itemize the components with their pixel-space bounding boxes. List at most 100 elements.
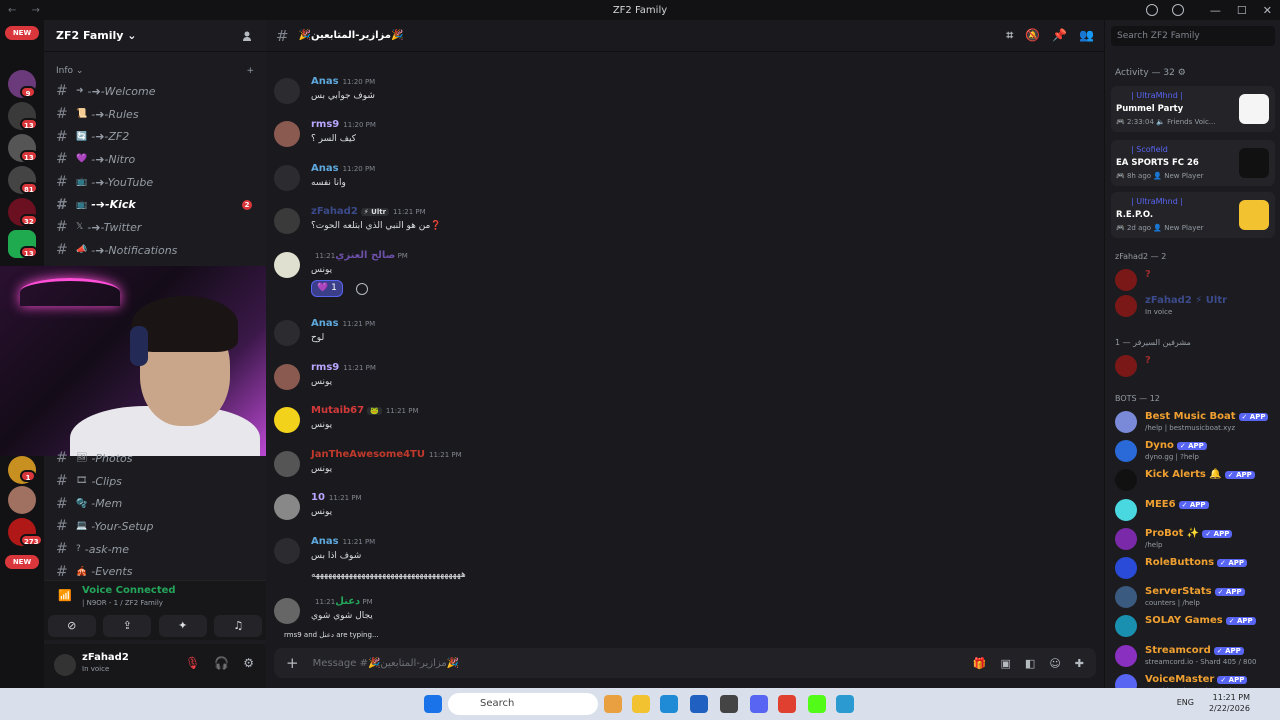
channel-item[interactable]: # 🎞 -Clips bbox=[44, 470, 266, 493]
server-header[interactable]: ZF2 Family ⌄ bbox=[44, 20, 266, 52]
chrome-icon[interactable] bbox=[778, 695, 796, 713]
message[interactable]: Anas 11:21 PM لوح bbox=[274, 318, 1074, 362]
avatar[interactable] bbox=[274, 538, 300, 564]
message[interactable]: JanTheAwesome4TU 11:21 PM يونس bbox=[274, 449, 1074, 493]
channel-item[interactable]: # 🫧 -Mem bbox=[44, 492, 266, 515]
channel-item[interactable]: # 🖼 -Photos bbox=[44, 447, 266, 470]
member-item[interactable]: ? bbox=[1115, 354, 1275, 380]
bot-member[interactable]: Best Music Boat ✓ APP/help | bestmusicboa… bbox=[1115, 410, 1275, 436]
apps-icon[interactable]: ✚ bbox=[1075, 657, 1084, 670]
add-reaction-icon[interactable] bbox=[356, 283, 368, 295]
gift-icon[interactable]: 🎁 bbox=[973, 657, 987, 670]
member-list-icon[interactable]: 👥 bbox=[1079, 28, 1094, 43]
bot-member[interactable]: Dyno ✓ APP dyno.gg | ?help bbox=[1115, 439, 1275, 465]
copilot-icon[interactable] bbox=[604, 695, 622, 713]
gif-icon[interactable]: ▣ bbox=[1001, 657, 1011, 670]
activity-card[interactable]: | Scofield EA SPORTS FC 26 🎮 8h ago 👤 New … bbox=[1111, 140, 1275, 186]
bot-member[interactable]: ProBot ✨ ✓ APP/help bbox=[1115, 527, 1275, 553]
message[interactable]: دعنل11:21 PM يجال شوي شوي bbox=[274, 596, 1074, 632]
file-explorer-icon[interactable] bbox=[632, 695, 650, 713]
message-composer[interactable]: + Message #🎉مزازير-المتابعين🎉 🎁 ▣ ◧ ☺ ✚ bbox=[274, 648, 1096, 678]
sticker-icon[interactable]: ◧ bbox=[1025, 657, 1035, 670]
add-channel-icon[interactable]: + bbox=[246, 66, 254, 76]
channel-item[interactable]: #? -ask-me bbox=[44, 538, 266, 561]
deafen-icon[interactable]: 🎧 bbox=[214, 656, 229, 670]
nav-arrows[interactable]: ← → bbox=[8, 5, 46, 16]
message[interactable]: rms9 11:21 PM يونس bbox=[274, 362, 1074, 406]
message[interactable]: صالح العنزي11:21 PM يونس 💜 1 bbox=[274, 250, 1074, 297]
message[interactable]: Anas 11:20 PM شوف جوابي بس bbox=[274, 76, 1074, 120]
avatar[interactable] bbox=[54, 654, 76, 676]
notepad-icon[interactable] bbox=[836, 695, 854, 713]
taskbar-search[interactable]: Search bbox=[448, 693, 598, 715]
message-author[interactable]: Anas 11:20 PM bbox=[311, 163, 375, 174]
avatar[interactable] bbox=[274, 364, 300, 390]
discord-icon[interactable] bbox=[750, 695, 768, 713]
message-author[interactable]: JanTheAwesome4TU 11:21 PM bbox=[311, 449, 462, 460]
maximize-button[interactable]: ☐ bbox=[1237, 4, 1247, 17]
avatar[interactable] bbox=[274, 407, 300, 433]
voice-channel[interactable]: | N9OR - 1 / ZF2 Family bbox=[82, 599, 163, 607]
avatar[interactable] bbox=[274, 208, 300, 234]
activity-icon[interactable]: ✦ bbox=[158, 615, 207, 637]
bot-member[interactable]: Kick Alerts 🔔 ✓ APP bbox=[1115, 468, 1275, 494]
message[interactable]: rms9 11:20 PM كيف السر ؟ bbox=[274, 119, 1074, 163]
avatar[interactable] bbox=[274, 78, 300, 104]
channel-item[interactable]: # 💜 -➜-Nitro bbox=[44, 148, 266, 171]
message-input[interactable]: Message #🎉مزازير-المتابعين🎉 bbox=[313, 658, 460, 669]
clock[interactable]: 11:21 PM 2/22/2026 bbox=[1209, 692, 1250, 714]
pin-icon[interactable]: 📌 bbox=[1052, 28, 1067, 43]
kick-icon[interactable] bbox=[808, 695, 826, 713]
message-author[interactable]: Anas 11:20 PM bbox=[311, 76, 375, 87]
minimize-button[interactable]: — bbox=[1210, 4, 1221, 17]
message-list[interactable]: اي يالشيخAnas11:20 PMشوف جوابي بسrms911:… bbox=[266, 52, 1104, 632]
message-author[interactable]: 10 11:21 PM bbox=[311, 492, 362, 503]
message-author[interactable]: zFahad2 ⚡ Ultr 11:21 PM bbox=[311, 206, 426, 217]
avatar[interactable] bbox=[274, 252, 300, 278]
soundboard-icon[interactable]: ♫ bbox=[214, 615, 263, 637]
avatar[interactable] bbox=[274, 165, 300, 191]
activity-header[interactable]: Activity — 32 ⚙ bbox=[1115, 68, 1186, 78]
language-indicator[interactable]: ENG bbox=[1177, 698, 1194, 707]
app-icon[interactable] bbox=[720, 695, 738, 713]
channel-item[interactable]: # 📜 -➜-Rules bbox=[44, 103, 266, 126]
reaction-heart[interactable]: 💜 1 bbox=[311, 280, 343, 297]
avatar[interactable] bbox=[274, 598, 300, 624]
message-author[interactable]: Anas 11:21 PM bbox=[311, 536, 375, 547]
add-user-icon[interactable] bbox=[242, 30, 254, 42]
bot-member[interactable]: SOLAY Games ✓ APP bbox=[1115, 614, 1275, 640]
notification-mute-icon[interactable]: 🔕 bbox=[1025, 28, 1040, 43]
member-item[interactable]: ? bbox=[1115, 268, 1275, 294]
edge-icon[interactable] bbox=[660, 695, 678, 713]
channel-item[interactable]: # 📺 -➜-YouTube bbox=[44, 171, 266, 194]
search-input[interactable]: Search ZF2 Family bbox=[1111, 26, 1275, 46]
channel-item[interactable]: # 🔄 -➜-ZF2 bbox=[44, 125, 266, 148]
channel-item[interactable]: # 📺 -➜-Kick 2 bbox=[44, 193, 266, 216]
activity-card[interactable]: | UltraMhnd | Pummel Party 🎮 2:33:04 🔈 Fri… bbox=[1111, 86, 1275, 132]
bot-member[interactable]: RoleButtons ✓ APP bbox=[1115, 556, 1275, 582]
message-author[interactable]: rms9 11:20 PM bbox=[311, 119, 376, 130]
server-icon[interactable] bbox=[8, 486, 36, 514]
mute-icon[interactable]: 🎙 bbox=[185, 656, 200, 670]
settings-gear-icon[interactable]: ⚙ bbox=[243, 656, 254, 670]
message[interactable]: Anas 11:20 PM وانا نفسه bbox=[274, 163, 1074, 207]
channel-item[interactable]: # ➜ -➜-Welcome bbox=[44, 80, 266, 103]
category-info[interactable]: Info ⌄ + bbox=[44, 52, 266, 80]
message-author[interactable]: rms9 11:21 PM bbox=[311, 362, 376, 373]
windows-start-icon[interactable] bbox=[424, 695, 442, 713]
message-author[interactable]: Anas 11:21 PM bbox=[311, 318, 375, 329]
channel-item[interactable]: # 📣 -➜-Notifications bbox=[44, 239, 266, 262]
screenshare-icon[interactable]: ⇪ bbox=[103, 615, 152, 637]
message[interactable]: zFahad2 ⚡ Ultr 11:21 PM من هو النبي الذي اب… bbox=[274, 206, 1074, 250]
avatar[interactable] bbox=[274, 320, 300, 346]
inbox-icon[interactable] bbox=[1146, 4, 1158, 16]
message[interactable]: 10 11:21 PM يونس bbox=[274, 492, 1074, 536]
channel-item[interactable]: # 💻 -Your-Setup bbox=[44, 515, 266, 538]
member-item[interactable]: zFahad2 ⚡ Ultr In voice bbox=[1115, 294, 1275, 320]
help-icon[interactable] bbox=[1172, 4, 1184, 16]
message-author[interactable]: دعنل11:21 PM bbox=[311, 596, 373, 607]
camera-off-icon[interactable]: ⊘ bbox=[47, 615, 96, 637]
activity-card[interactable]: | UltraMhnd | R.E.P.O. 🎮 2d ago 👤 New Play… bbox=[1111, 192, 1275, 238]
attach-plus-icon[interactable]: + bbox=[286, 654, 299, 672]
bot-member[interactable]: Streamcord ✓ APP streamcord.io - Shard 405… bbox=[1115, 644, 1275, 670]
